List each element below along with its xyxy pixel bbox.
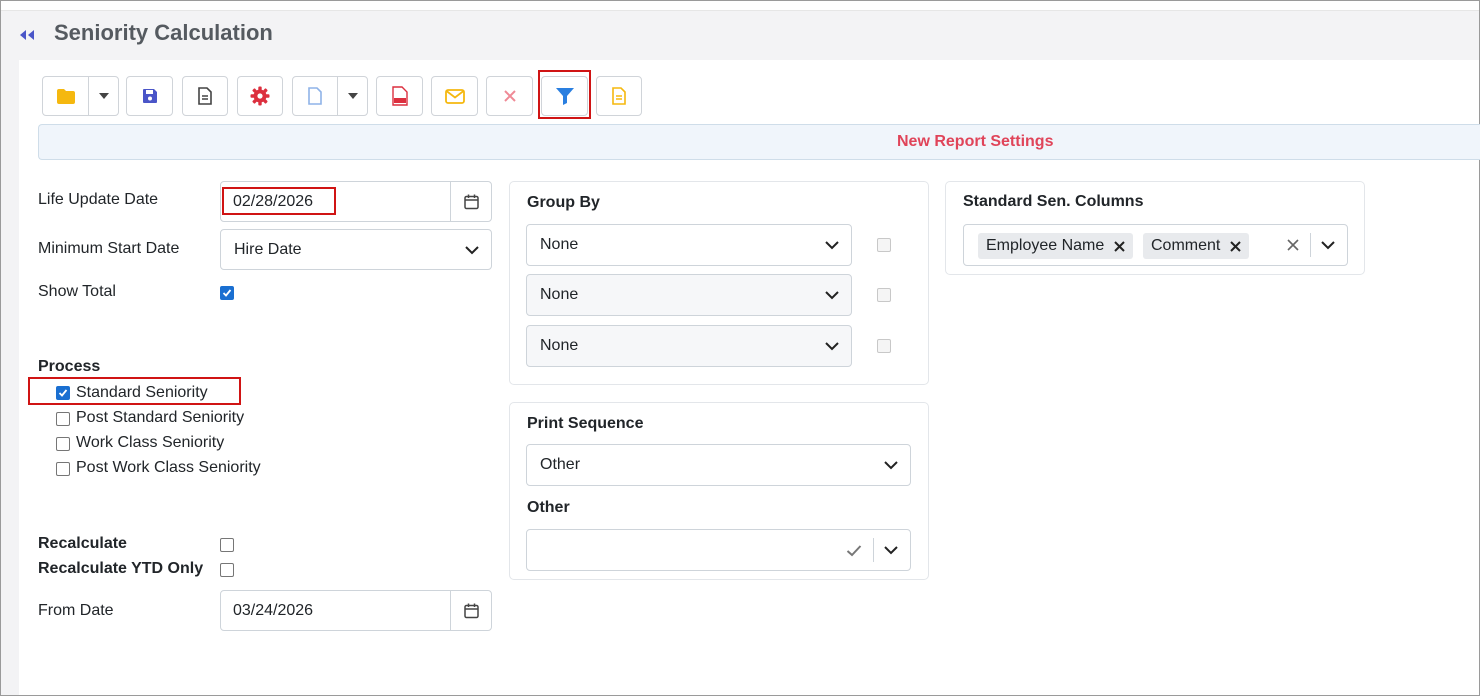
settings-button[interactable] [237,76,283,116]
report-settings-banner: New Report Settings [38,124,1480,160]
filter-icon [555,88,574,105]
folder-icon [56,88,75,104]
chevron-down-icon [884,461,898,470]
min-start-select[interactable]: Hire Date [220,229,492,270]
group-by-select-2[interactable]: None [526,274,852,316]
standard-seniority-checkbox[interactable] [56,386,70,400]
group-by-value-2: None [540,286,579,303]
new-document-button[interactable] [293,77,337,115]
left-strip [1,10,19,695]
clear-button[interactable] [486,76,533,116]
calendar-icon [463,194,479,209]
report-file-icon [612,87,626,105]
check-icon [846,545,862,557]
recalculate-label: Recalculate [38,535,127,552]
show-total-checkbox[interactable] [220,286,234,300]
report-button[interactable] [596,76,642,116]
life-update-date-value: 02/28/2026 [233,192,314,210]
post-standard-seniority-label: Post Standard Seniority [76,409,245,426]
post-work-class-seniority-checkbox[interactable] [56,462,70,476]
standard-seniority-label: Standard Seniority [76,384,208,401]
from-date-value: 03/24/2026 [233,601,314,619]
filter-button[interactable] [541,76,588,116]
other-label: Other [527,499,570,516]
work-class-seniority-label: Work Class Seniority [76,434,225,451]
open-split-button [42,76,119,116]
chevron-down-icon [825,342,839,351]
chevron-down-icon [825,291,839,300]
from-date-label: From Date [38,602,114,619]
document-icon [198,87,212,105]
save-icon [142,89,157,103]
chevron-down-icon [465,246,479,255]
work-class-seniority-checkbox[interactable] [56,437,70,451]
chip-label: Employee Name [986,237,1105,254]
post-standard-seniority-checkbox[interactable] [56,412,70,426]
envelope-icon [444,88,465,104]
gear-icon [250,86,270,106]
group-by-value-1: None [540,236,579,253]
open-button[interactable] [43,77,88,115]
min-start-label: Minimum Start Date [38,240,180,257]
calendar-button[interactable] [450,182,491,221]
chip-employee-name: Employee Name [978,233,1134,259]
group-by-select-3[interactable]: None [526,325,852,367]
pdf-button[interactable] [376,76,423,116]
remove-chip-icon[interactable] [1114,240,1125,252]
pdf-file-icon [391,86,408,106]
min-start-value: Hire Date [234,240,302,258]
print-sequence-value: Other [540,456,581,473]
double-chevron-left-icon[interactable] [18,27,36,43]
chip-comment: Comment [1143,233,1250,259]
group-by-value-3: None [540,337,579,354]
recalculate-checkbox[interactable] [220,538,234,552]
process-label: Process [38,358,101,375]
post-work-class-seniority-label: Post Work Class Seniority [76,459,261,476]
save-button[interactable] [126,76,173,116]
group-by-checkbox-2[interactable] [877,288,891,302]
file-icon [308,87,323,105]
life-update-date-field[interactable]: 02/28/2026 [220,181,492,222]
print-sequence-select[interactable]: Other [526,444,911,486]
from-date-field[interactable]: 03/24/2026 [220,590,492,631]
new-dropdown-button[interactable] [338,77,367,115]
print-sequence-title: Print Sequence [527,415,644,432]
life-update-label: Life Update Date [38,191,159,208]
chip-label: Comment [1151,237,1221,254]
remove-chip-icon[interactable] [1230,240,1242,252]
new-split-button [292,76,368,116]
clear-all-icon[interactable] [1287,239,1299,251]
standard-columns-title: Standard Sen. Columns [963,193,1144,210]
recalculate-ytd-label: Recalculate YTD Only [38,560,204,577]
chevron-down-icon [825,241,839,250]
group-by-checkbox-1[interactable] [877,238,891,252]
calendar-icon [463,603,479,618]
group-by-select-1[interactable]: None [526,224,852,266]
other-select[interactable] [526,529,911,571]
calendar-button[interactable] [450,591,491,630]
chevron-down-icon [1321,241,1335,250]
show-total-label: Show Total [38,283,116,300]
page-title: Seniority Calculation [54,20,273,45]
banner-text: New Report Settings [897,133,1054,150]
chevron-down-icon [884,546,898,555]
group-by-checkbox-3[interactable] [877,339,891,353]
select-divider [873,538,874,562]
document-button[interactable] [182,76,228,116]
caret-down-icon [98,93,109,99]
email-button[interactable] [431,76,478,116]
recalculate-ytd-checkbox[interactable] [220,563,234,577]
close-icon [503,90,516,102]
select-divider [1310,233,1311,257]
caret-down-icon [347,93,358,99]
open-dropdown-button[interactable] [89,77,118,115]
group-by-title: Group By [527,194,600,211]
